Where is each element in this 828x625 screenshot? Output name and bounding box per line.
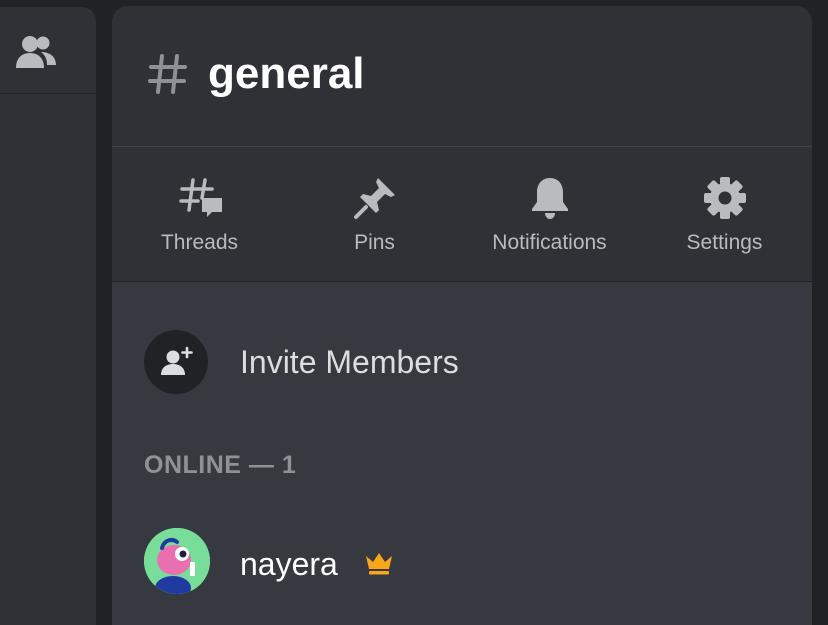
hash-icon [148, 54, 187, 94]
member-name: nayera [240, 546, 338, 582]
invite-members-label: Invite Members [240, 344, 459, 380]
side-panel-header [0, 7, 96, 94]
app-root: general Threads Pins Notifications Setti… [0, 0, 828, 625]
members-icon[interactable] [14, 34, 58, 70]
member-avatar-image [144, 528, 210, 594]
channel-header: general [112, 6, 812, 146]
channel-actions: Threads Pins Notifications Settings [112, 146, 812, 282]
threads-icon [178, 178, 222, 217]
pins-label: Pins [354, 231, 395, 254]
gear-icon [703, 177, 746, 219]
channel-title: general [208, 49, 365, 98]
pin-icon [353, 178, 395, 219]
invite-avatar [144, 330, 208, 394]
side-panel [0, 7, 96, 625]
threads-button[interactable]: Threads [112, 147, 287, 283]
threads-label: Threads [160, 231, 239, 254]
pins-button[interactable]: Pins [287, 147, 462, 283]
online-section-heading: ONLINE — 1 [144, 451, 297, 479]
notifications-label: Notifications [492, 231, 607, 254]
settings-label: Settings [686, 231, 763, 254]
invite-members-button[interactable]: Invite Members [144, 330, 784, 394]
notifications-button[interactable]: Notifications [462, 147, 637, 283]
channel-panel: general Threads Pins Notifications Setti… [112, 6, 812, 625]
crown-icon [366, 553, 392, 575]
member-item[interactable]: nayera [144, 528, 784, 594]
add-user-icon [161, 346, 193, 375]
settings-button[interactable]: Settings [637, 147, 812, 283]
bell-icon [531, 178, 568, 219]
avatar[interactable] [144, 528, 210, 594]
